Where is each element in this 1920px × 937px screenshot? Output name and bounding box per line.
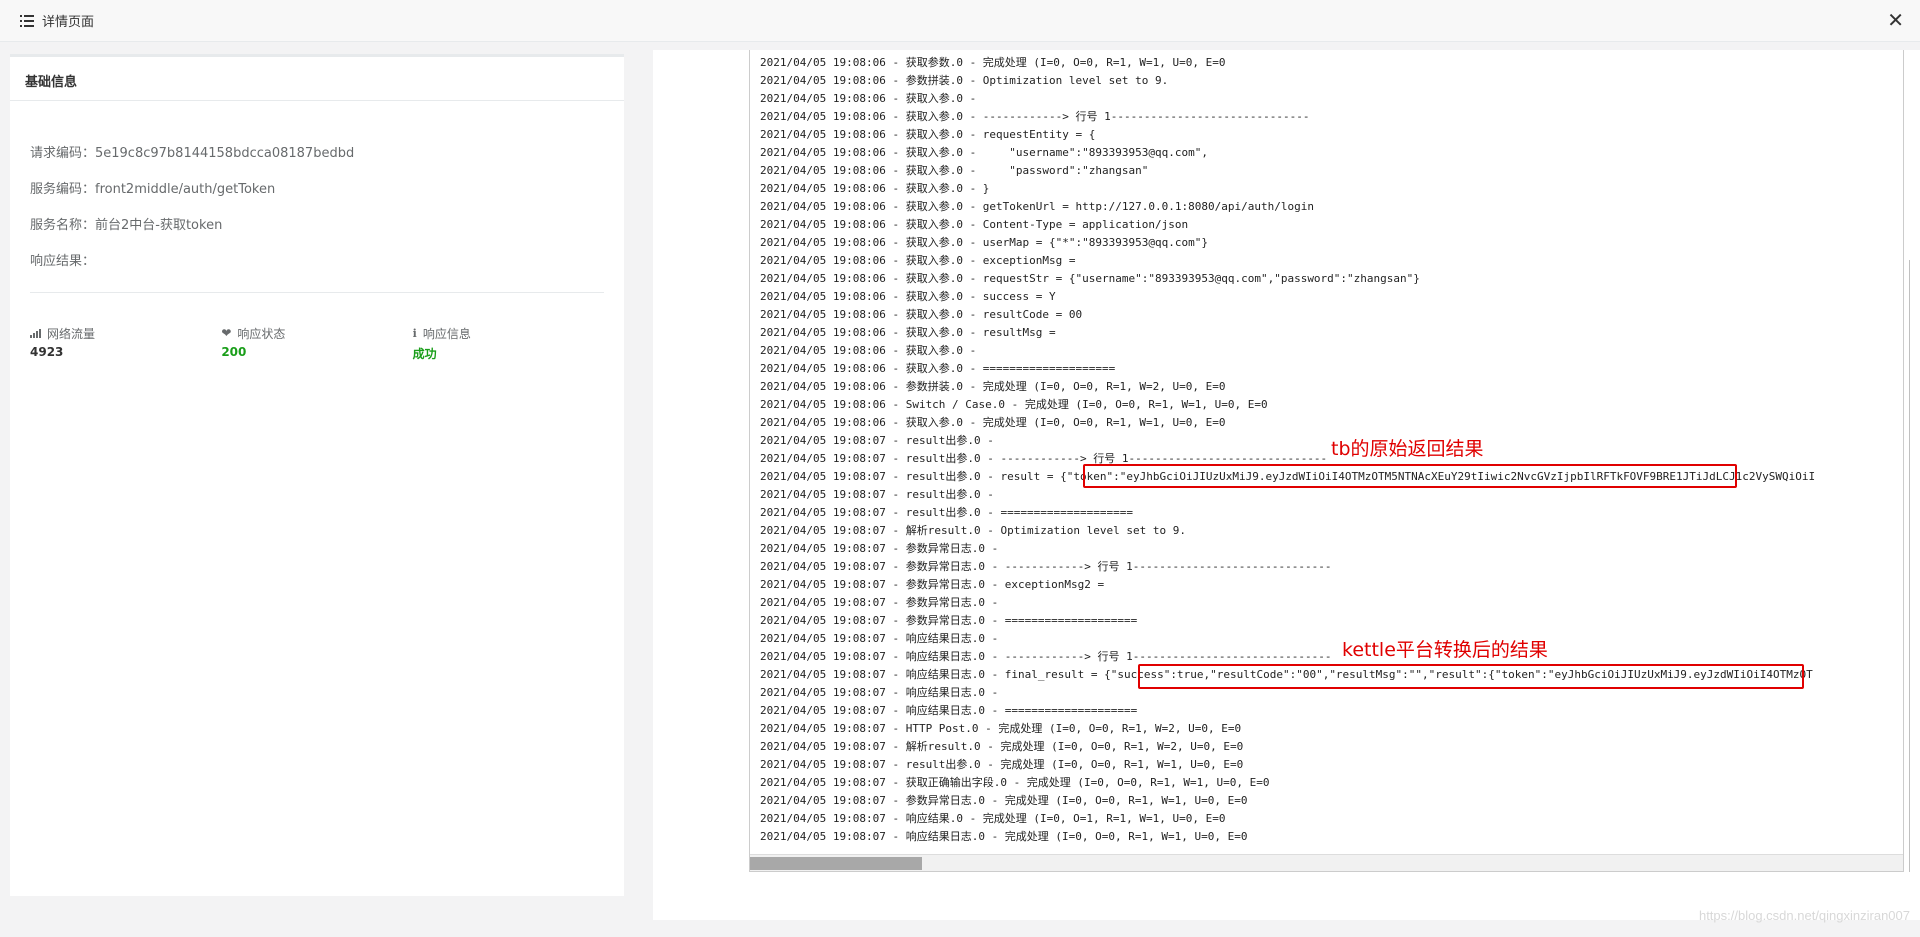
log-line: 2021/04/05 19:08:07 - 响应结果日志.0 - bbox=[760, 632, 999, 645]
log-line: 2021/04/05 19:08:06 - 获取入参.0 - "username… bbox=[760, 146, 1208, 159]
watermark: https://blog.csdn.net/qingxinziran007 bbox=[1698, 908, 1910, 923]
log-line: 2021/04/05 19:08:07 - 解析result.0 - 完成处理 … bbox=[760, 740, 1244, 753]
stat-value: 4923 bbox=[30, 345, 64, 359]
log-line: 2021/04/05 19:08:07 - result出参.0 - =====… bbox=[760, 506, 1133, 519]
stat-response-status: ❤ 响应状态 200 bbox=[221, 325, 412, 362]
annotation-tb-result: tb的原始返回结果 bbox=[1331, 438, 1484, 460]
vertical-divider bbox=[1909, 260, 1910, 872]
log-viewer[interactable]: 2021/04/05 19:08:06 - 获取参数.0 - 完成处理 (I=0… bbox=[749, 50, 1904, 872]
log-line: 2021/04/05 19:08:07 - 参数异常日志.0 - bbox=[760, 542, 999, 555]
response-result: 响应结果： bbox=[30, 254, 96, 269]
basic-info-panel: 基础信息 请求编码：5e19c8c97b8144158bdcca08187bed… bbox=[10, 54, 624, 896]
divider bbox=[30, 292, 604, 293]
log-line: 2021/04/05 19:08:06 - 获取入参.0 - userMap =… bbox=[760, 236, 1208, 249]
log-line: 2021/04/05 19:08:06 - 获取入参.0 - resultCod… bbox=[760, 308, 1083, 321]
stat-value: 200 bbox=[221, 345, 247, 359]
log-text: 2021/04/05 19:08:06 - 获取参数.0 - 完成处理 (I=0… bbox=[760, 54, 1815, 846]
scrollbar-thumb[interactable] bbox=[750, 857, 922, 870]
log-line: 2021/04/05 19:08:07 - result出参.0 - bbox=[760, 434, 994, 447]
log-line: 2021/04/05 19:08:07 - 参数异常日志.0 - =======… bbox=[760, 614, 1138, 627]
log-line: 2021/04/05 19:08:07 - 响应结果日志.0 - 完成处理 (I… bbox=[760, 830, 1248, 843]
log-line: 2021/04/05 19:08:06 - 获取入参.0 - 完成处理 (I=0… bbox=[760, 416, 1226, 429]
log-line: 2021/04/05 19:08:06 - 获取入参.0 - Content-T… bbox=[760, 218, 1189, 231]
stat-label: 响应状态 bbox=[237, 326, 286, 341]
stats-row: 网络流量 4923 ❤ 响应状态 200 i 响应信息 成功 bbox=[10, 325, 624, 362]
log-line: 2021/04/05 19:08:06 - Switch / Case.0 - … bbox=[760, 398, 1268, 411]
log-line: 2021/04/05 19:08:06 - 获取入参.0 - =========… bbox=[760, 362, 1116, 375]
request-code: 请求编码：5e19c8c97b8144158bdcca08187bedbd bbox=[30, 146, 355, 161]
log-line: 2021/04/05 19:08:06 - 获取入参.0 - ---------… bbox=[760, 110, 1310, 123]
heartbeat-icon: ❤ bbox=[221, 326, 232, 340]
stat-label: 响应信息 bbox=[422, 326, 471, 341]
stat-label: 网络流量 bbox=[47, 326, 96, 341]
annotation-kettle-result: kettle平台转换后的结果 bbox=[1342, 639, 1548, 661]
log-line: 2021/04/05 19:08:06 - 获取入参.0 - } bbox=[760, 182, 990, 195]
log-line: 2021/04/05 19:08:06 - 获取入参.0 - getTokenU… bbox=[760, 200, 1314, 213]
log-line: 2021/04/05 19:08:06 - 参数拼装.0 - 完成处理 (I=0… bbox=[760, 380, 1226, 393]
dialog-title: 详情页面 bbox=[42, 15, 95, 30]
stat-value: 成功 bbox=[412, 347, 437, 361]
close-icon[interactable]: ✕ bbox=[1887, 10, 1904, 30]
log-line: 2021/04/05 19:08:07 - 获取正确输出字段.0 - 完成处理 … bbox=[760, 776, 1270, 789]
log-line: 2021/04/05 19:08:07 - HTTP Post.0 - 完成处理… bbox=[760, 722, 1242, 735]
list-icon bbox=[20, 14, 34, 27]
log-line: 2021/04/05 19:08:07 - result出参.0 - bbox=[760, 488, 994, 501]
stat-network-traffic: 网络流量 4923 bbox=[30, 325, 221, 362]
panel-title: 基础信息 bbox=[10, 57, 624, 101]
stat-response-info: i 响应信息 成功 bbox=[413, 325, 604, 362]
log-line: 2021/04/05 19:08:07 - result出参.0 - 完成处理 … bbox=[760, 758, 1244, 771]
info-icon: i bbox=[412, 326, 417, 340]
horizontal-scrollbar[interactable] bbox=[750, 854, 1903, 871]
log-line: 2021/04/05 19:08:06 - 获取入参.0 - "password… bbox=[760, 164, 1149, 177]
log-line: 2021/04/05 19:08:07 - 响应结果.0 - 完成处理 (I=0… bbox=[760, 812, 1226, 825]
log-line: 2021/04/05 19:08:07 - 参数异常日志.0 - 完成处理 (I… bbox=[760, 794, 1248, 807]
service-name: 服务名称：前台2中台-获取token bbox=[30, 218, 223, 233]
log-line: 2021/04/05 19:08:06 - 获取参数.0 - 完成处理 (I=0… bbox=[760, 56, 1226, 69]
log-line: 2021/04/05 19:08:07 - 响应结果日志.0 - =======… bbox=[760, 704, 1138, 717]
log-line: 2021/04/05 19:08:07 - 参数异常日志.0 - -------… bbox=[760, 560, 1332, 573]
highlight-box-result bbox=[1083, 464, 1737, 488]
log-line: 2021/04/05 19:08:06 - 获取入参.0 - requestEn… bbox=[760, 128, 1096, 141]
log-line: 2021/04/05 19:08:07 - 解析result.0 - Optim… bbox=[760, 524, 1186, 537]
log-line: 2021/04/05 19:08:07 - 参数异常日志.0 - excepti… bbox=[760, 578, 1105, 591]
log-line: 2021/04/05 19:08:06 - 获取入参.0 - requestSt… bbox=[760, 272, 1420, 285]
service-code: 服务编码：front2middle/auth/getToken bbox=[30, 182, 276, 197]
info-fields: 请求编码：5e19c8c97b8144158bdcca08187bedbd 服务… bbox=[10, 146, 624, 293]
log-line: 2021/04/05 19:08:06 - 获取入参.0 - resultMsg… bbox=[760, 326, 1056, 339]
log-line: 2021/04/05 19:08:06 - 获取入参.0 - bbox=[760, 92, 977, 105]
log-line: 2021/04/05 19:08:06 - 获取入参.0 - bbox=[760, 344, 977, 357]
log-line: 2021/04/05 19:08:07 - 参数异常日志.0 - bbox=[760, 596, 999, 609]
log-line: 2021/04/05 19:08:06 - 获取入参.0 - success =… bbox=[760, 290, 1056, 303]
highlight-box-final-result bbox=[1138, 664, 1804, 689]
signal-icon bbox=[30, 328, 41, 338]
log-line: 2021/04/05 19:08:06 - 获取入参.0 - exception… bbox=[760, 254, 1076, 267]
dialog-titlebar: 详情页面 ✕ bbox=[0, 0, 1920, 42]
log-line: 2021/04/05 19:08:06 - 参数拼装.0 - Optimizat… bbox=[760, 74, 1169, 87]
